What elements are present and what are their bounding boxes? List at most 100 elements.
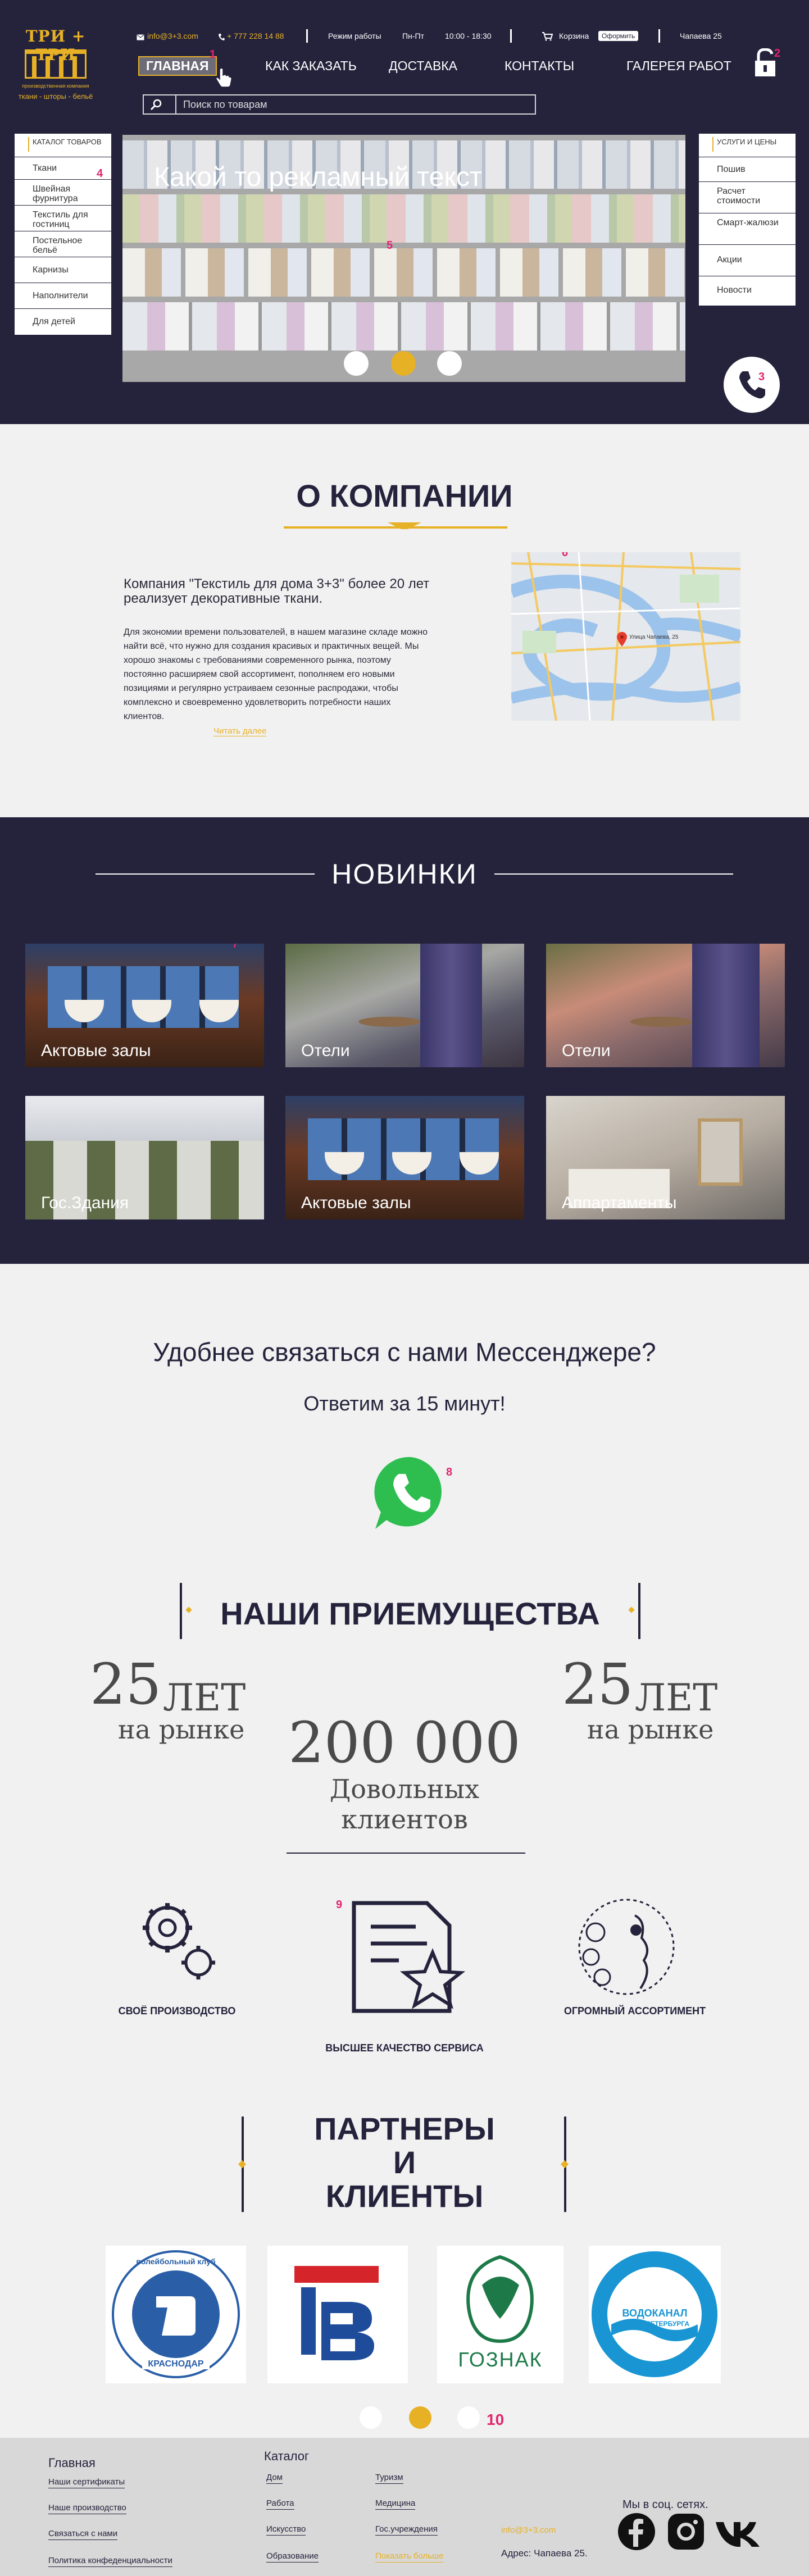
catalog-item-cornices[interactable]: Карнизы <box>15 257 111 283</box>
whatsapp-icon[interactable] <box>372 1454 451 1532</box>
footer-catalog-title[interactable]: Каталог <box>264 2449 309 2464</box>
divider <box>658 29 660 43</box>
facebook-icon[interactable] <box>617 2512 656 2551</box>
category-card[interactable]: Гос.Здания <box>25 1096 264 1219</box>
partners-title: ПАРТНЕРЫ И КЛИЕНТЫ <box>314 2111 495 2214</box>
card-label: Гос.Здания <box>41 1194 129 1212</box>
annotation-marker: 4 <box>97 167 103 180</box>
location-map[interactable]: Улица Чапаева, 25 6 <box>511 552 740 721</box>
footer-home-title[interactable]: Главная <box>48 2456 96 2470</box>
catalog-item-hotel-textile[interactable]: Текстиль для гостиниц <box>15 206 111 231</box>
partners-dot[interactable] <box>360 2406 382 2429</box>
footer-link[interactable]: Наше производство <box>48 2503 126 2514</box>
category-card[interactable]: Аппартаменты <box>546 1096 785 1219</box>
card-image <box>692 944 760 1067</box>
footer-link[interactable]: Работа <box>266 2498 294 2510</box>
vk-icon[interactable] <box>713 2512 764 2551</box>
read-more-link[interactable]: Читать далее <box>213 726 267 736</box>
footer-link[interactable]: Наши сертификаты <box>48 2477 125 2488</box>
annotation-marker: 7 <box>232 944 239 950</box>
search-input[interactable] <box>175 95 535 113</box>
slider-dot[interactable] <box>437 351 462 376</box>
partner-name: ВОДОКАНАЛ <box>622 2308 688 2319</box>
services-header[interactable]: УСЛУГИ И ЦЕНЫ <box>699 134 796 157</box>
mail-icon <box>137 33 144 42</box>
partner-logo-gv[interactable] <box>267 2246 408 2383</box>
map-pin-icon <box>617 632 627 649</box>
partner-logo-dynamo[interactable]: волейбольный клуб КРАСНОДАР <box>106 2246 246 2383</box>
category-card[interactable]: Отели <box>546 944 785 1067</box>
partners-dot-active[interactable] <box>409 2406 431 2429</box>
footer-link[interactable]: Туризм <box>375 2473 403 2484</box>
logo[interactable]: ТРИ + ТРИ производственная компания ткан… <box>8 27 103 106</box>
category-card[interactable]: Отели <box>285 944 524 1067</box>
annotation-marker: 2 <box>774 47 781 60</box>
stat-clients: 200 000 Довольных клиентов <box>288 1710 521 1835</box>
fabric-shelf <box>122 248 685 297</box>
catalog-item-sewing[interactable]: Швейная фурнитура <box>15 180 111 206</box>
footer-link[interactable]: Искусство <box>266 2524 306 2536</box>
footer-link[interactable]: Образование <box>266 2551 319 2563</box>
table-shape <box>358 1017 420 1027</box>
partners-dot[interactable] <box>457 2406 480 2429</box>
category-card[interactable]: Актовые залы <box>285 1096 524 1219</box>
slider-dot-active[interactable] <box>391 351 416 376</box>
cursor-hand-icon <box>215 67 233 90</box>
topbar-phone[interactable]: + 777 228 14 88 <box>227 31 284 40</box>
search-bar <box>143 94 536 115</box>
services-item-sewing[interactable]: Пошив <box>699 157 796 182</box>
services-item-smart-blinds[interactable]: Смарт-жалюзи <box>699 213 796 245</box>
search-icon[interactable] <box>150 99 162 111</box>
nav-delivery[interactable]: ДОСТАВКА <box>389 58 457 74</box>
logo-subtitle: производственная компания <box>22 83 89 89</box>
header: ТРИ + ТРИ производственная компания ткан… <box>0 0 809 424</box>
checkout-button[interactable]: Оформить <box>598 31 639 41</box>
about-title: О КОМПАНИИ <box>296 478 513 513</box>
quality-document-icon <box>348 1899 466 2017</box>
partner-logo-goznak[interactable]: ГОЗНАК <box>437 2246 563 2383</box>
footer-link[interactable]: Дом <box>266 2473 283 2484</box>
partner-logo-vodokanal[interactable]: ВОДОКАНАЛ САНКТ-ПЕТЕРБУРГА <box>589 2246 721 2383</box>
nav-gallery[interactable]: ГАЛЕРЕЯ РАБОТ <box>626 58 731 74</box>
about-section: О КОМПАНИИ Компания "Текстиль для дома 3… <box>0 424 809 817</box>
catalog-item-kids[interactable]: Для детей <box>15 309 111 335</box>
instagram-icon[interactable] <box>666 2512 706 2551</box>
services-menu: УСЛУГИ И ЦЕНЫ Пошив Расчет стоимости Сма… <box>699 134 796 306</box>
nav-home[interactable]: ГЛАВНАЯ <box>138 56 217 76</box>
footer-link[interactable]: Гос.учреждения <box>375 2524 438 2536</box>
annotation-marker: 10 <box>487 2411 505 2428</box>
divider-line <box>494 873 733 875</box>
catalog-item-bedding[interactable]: Постельное бельё <box>15 231 111 257</box>
services-item-cost[interactable]: Расчет стоимости <box>699 182 796 213</box>
logo-tagline: ткани - шторы - бельё <box>18 92 93 101</box>
cart-icon[interactable] <box>542 31 553 43</box>
cart-label[interactable]: Корзина <box>559 31 589 40</box>
call-button[interactable] <box>724 357 780 413</box>
promo-slider[interactable]: Какой то рекламный текст 5 <box>122 135 685 382</box>
page: ТРИ + ТРИ производственная компания ткан… <box>0 0 809 2576</box>
services-item-news[interactable]: Новости <box>699 276 796 306</box>
fabric-shelf <box>122 194 685 243</box>
new-section: НОВИНКИ Актовые залы 7 Отели Отели Гос.З… <box>0 817 809 1264</box>
topbar-email[interactable]: info@3+3.com <box>147 31 198 40</box>
assortment-icon <box>573 1899 680 2000</box>
feature-service: ВЫСШЕЕ КАЧЕСТВО СЕРВИСА <box>325 2042 484 2054</box>
footer-link[interactable]: Политика конфеденциальности <box>48 2556 172 2567</box>
nav-how-to-order[interactable]: КАК ЗАКАЗАТЬ <box>265 58 357 74</box>
slider-dot[interactable] <box>344 351 369 376</box>
catalog-header[interactable]: КАТАЛОГ ТОВАРОВ <box>15 134 111 157</box>
footer-link[interactable]: Связаться с нами <box>48 2529 118 2540</box>
nav-contacts[interactable]: КОНТАКТЫ <box>505 58 574 74</box>
catalog-menu: КАТАЛОГ ТОВАРОВ Ткани Швейная фурнитура … <box>15 134 111 335</box>
ornament <box>560 2160 569 2169</box>
catalog-item-fillers[interactable]: Наполнители <box>15 283 111 309</box>
services-item-promos[interactable]: Акции <box>699 245 796 276</box>
fabric-shelf <box>122 302 685 351</box>
footer-show-more[interactable]: Показать больше <box>375 2551 444 2563</box>
footer-link[interactable]: Медицина <box>375 2498 416 2510</box>
phone-small-icon <box>218 33 225 43</box>
work-hours: 10:00 - 18:30 <box>445 31 492 40</box>
about-lead: Компания "Текстиль для дома 3+3" более 2… <box>124 576 430 606</box>
footer-email[interactable]: info@3+3.com <box>501 2525 556 2535</box>
category-card[interactable]: Актовые залы 7 <box>25 944 264 1067</box>
